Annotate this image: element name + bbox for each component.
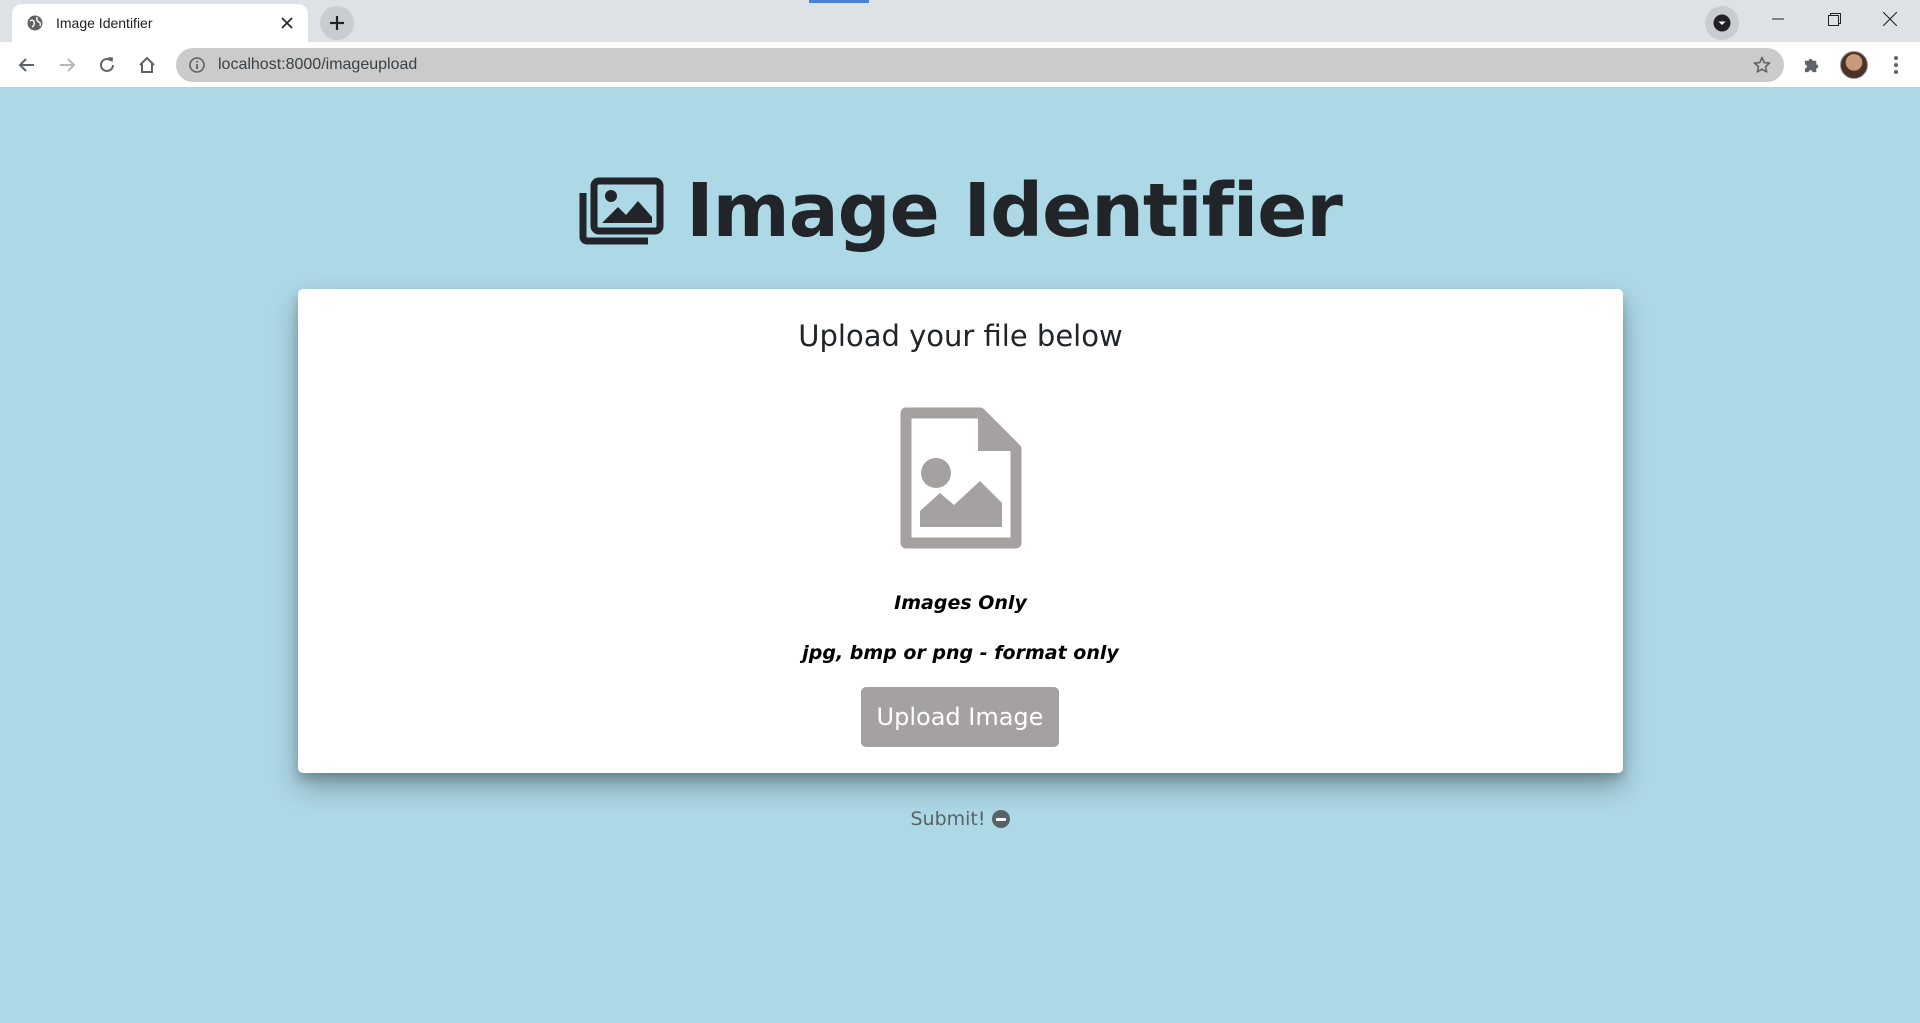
page-title-text: Image Identifier [686, 168, 1343, 254]
browser-menu-icon[interactable] [1880, 49, 1912, 81]
browser-toolbar: localhost:8000/imageupload [0, 42, 1920, 88]
upload-card: Upload your file below Images Only jpg, … [298, 289, 1623, 773]
restore-window-icon[interactable] [1806, 0, 1862, 38]
new-tab-button[interactable] [320, 6, 354, 40]
home-icon[interactable] [131, 49, 163, 81]
images-only-note: Images Only [894, 592, 1027, 614]
minimize-window-icon[interactable] [1750, 0, 1806, 38]
site-info-icon[interactable] [188, 56, 206, 74]
submit-label[interactable]: Submit! [910, 808, 985, 830]
url-text[interactable]: localhost:8000/imageupload [218, 56, 417, 74]
close-tab-icon[interactable] [276, 12, 298, 34]
format-note: jpg, bmp or png - format only [802, 642, 1119, 664]
tab-title: Image Identifier [56, 15, 153, 31]
address-bar[interactable]: localhost:8000/imageupload [176, 48, 1784, 82]
close-window-icon[interactable] [1862, 0, 1918, 38]
extensions-puzzle-icon[interactable] [1796, 49, 1828, 81]
reload-icon[interactable] [91, 49, 123, 81]
tab-strip: Image Identifier [0, 0, 1920, 42]
drag-indicator [809, 0, 869, 3]
globe-icon [26, 14, 44, 32]
minus-circle-icon [991, 810, 1010, 828]
upload-image-button[interactable]: Upload Image [861, 687, 1059, 747]
submit-link[interactable]: Submit! [0, 808, 1920, 830]
profile-avatar[interactable] [1840, 51, 1868, 79]
card-heading: Upload your file below [798, 319, 1123, 353]
file-image-icon [900, 407, 1022, 549]
back-arrow-icon[interactable] [11, 49, 43, 81]
browser-tab[interactable]: Image Identifier [12, 4, 308, 42]
images-icon [578, 177, 664, 245]
bookmark-star-icon[interactable] [1752, 55, 1772, 75]
page-title: Image Identifier [0, 168, 1920, 254]
tab-search-button[interactable] [1705, 6, 1739, 40]
forward-arrow-icon[interactable] [51, 49, 83, 81]
